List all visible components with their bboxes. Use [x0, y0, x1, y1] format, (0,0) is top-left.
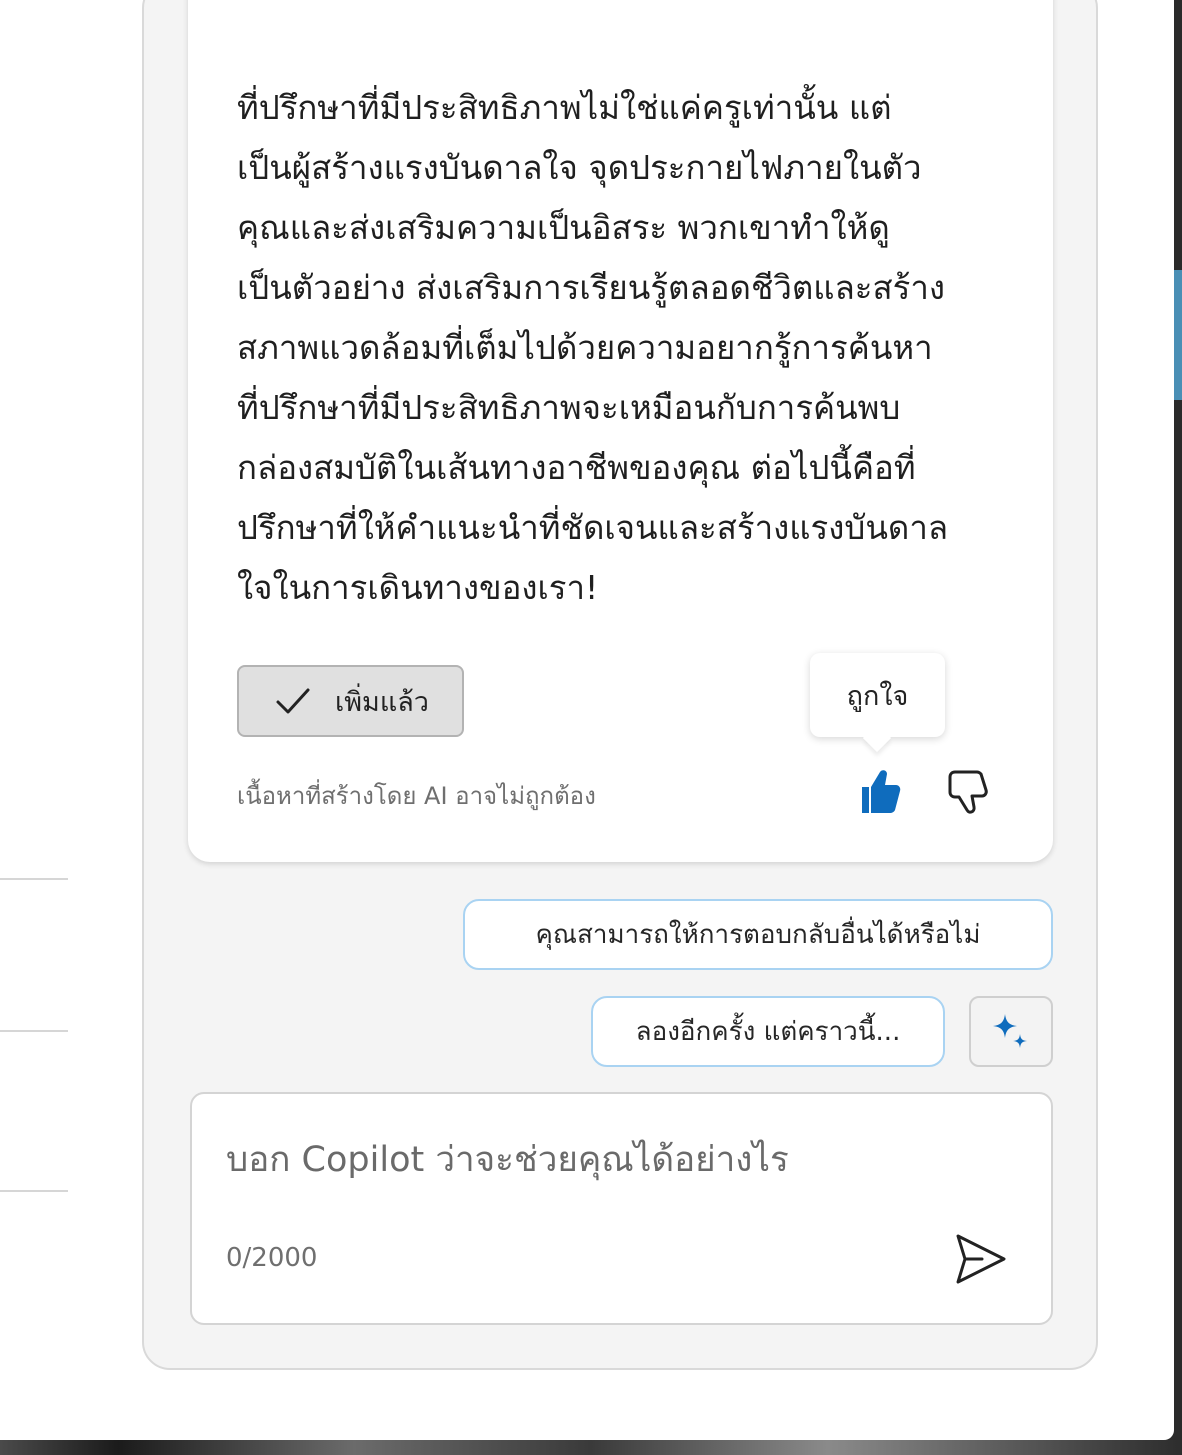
- chat-input-placeholder: บอก Copilot ว่าจะช่วยคุณได้อย่างไร: [226, 1140, 789, 1180]
- thumbs-down-icon[interactable]: [945, 768, 991, 818]
- background-divider: [0, 1030, 68, 1032]
- chat-input[interactable]: [190, 1092, 1053, 1325]
- suggestion-chip[interactable]: ลองอีกครั้ง แต่คราวนี้...: [591, 996, 945, 1067]
- background-edge-accent: [1174, 270, 1182, 400]
- response-text: ที่ปรึกษาที่มีประสิทธิภาพไม่ใช่แค่ครูเท่…: [237, 88, 949, 607]
- suggestion-chip[interactable]: คุณสามารถให้การตอบกลับอื่นได้หรือไม่: [463, 899, 1053, 970]
- background-desktop-strip: [0, 1440, 1182, 1455]
- background-divider: [0, 1190, 68, 1192]
- background-divider: [0, 878, 68, 880]
- like-tooltip: ถูกใจ: [810, 653, 945, 737]
- send-icon[interactable]: [950, 1228, 1012, 1290]
- character-counter: 0/2000: [226, 1243, 318, 1273]
- added-button[interactable]: เพิ่มแล้ว: [237, 665, 464, 737]
- thumbs-up-icon[interactable]: [856, 765, 902, 817]
- sparkle-button[interactable]: [969, 996, 1053, 1067]
- added-label: เพิ่มแล้ว: [335, 686, 429, 718]
- sparkle-icon: [993, 1013, 1027, 1048]
- checkmark-icon: [276, 688, 310, 714]
- ai-disclaimer: เนื้อหาที่สร้างโดย AI อาจไม่ถูกต้อง: [237, 782, 596, 810]
